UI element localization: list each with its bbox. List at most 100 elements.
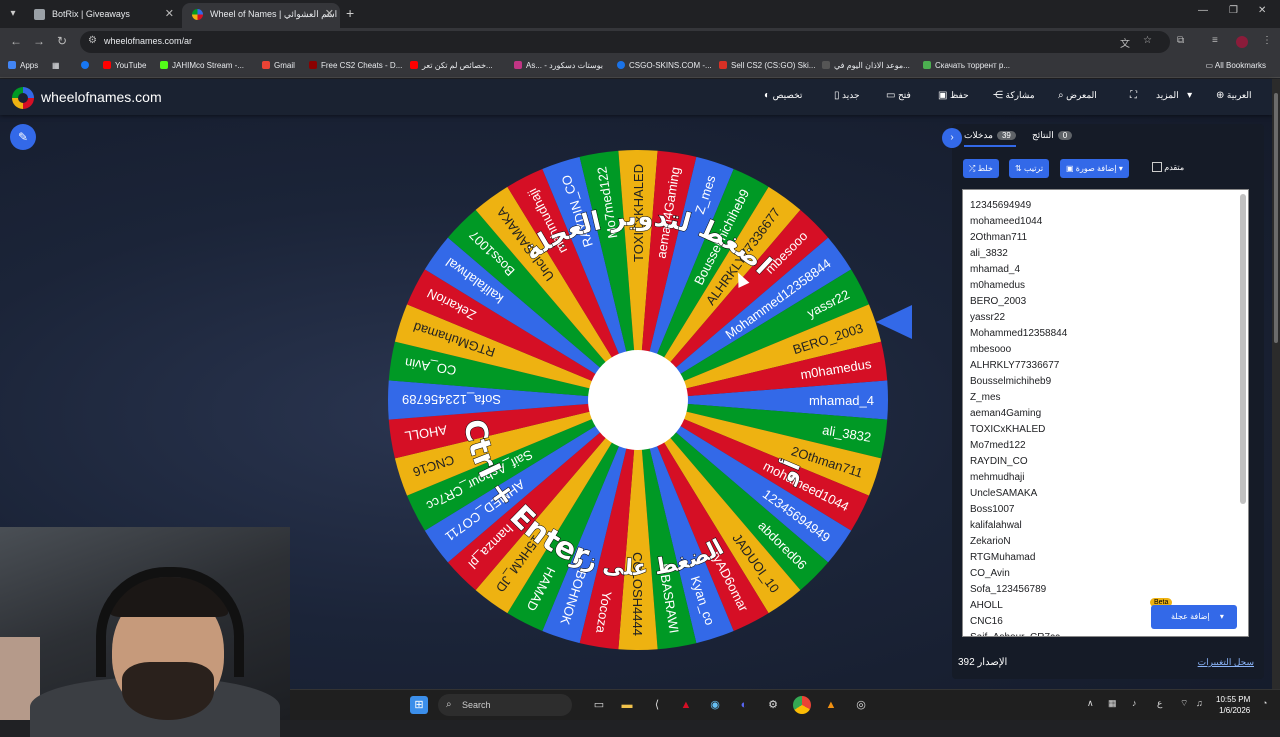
tab-results[interactable]: النتائج 0 [1032,130,1073,141]
entry-line[interactable]: mhamad_4 [963,262,1248,278]
tray-overflow-icon[interactable]: ∧ [1087,698,1094,709]
chevron-down-icon[interactable]: ▾ [1220,612,1224,621]
entry-line[interactable]: mbesooo [963,342,1248,358]
spin-wheel[interactable]: mhamad_4 ali_3832 2Othman711 mohameed1044 12… [386,148,890,652]
translate-icon[interactable]: 文 [1120,35,1130,50]
changelog-link[interactable]: سجل التغييرات [1198,657,1254,668]
steam-icon[interactable]: ◉ [706,696,724,714]
volume-icon[interactable]: ♫ [1196,698,1203,708]
restore-icon[interactable]: ❐ [1229,5,1238,16]
bookmark-discord-posts[interactable]: As... - بوستات دسكورد [514,61,603,70]
entry-line[interactable]: CO_Avin [963,566,1248,582]
minimize-icon[interactable]: — [1198,5,1208,16]
address-bar[interactable]: ⚙ wheelofnames.com/ar [80,31,1170,53]
media-icon[interactable]: ≡ [1212,35,1218,46]
bookmark-gmail[interactable]: Gmail [262,61,295,70]
new-tab-icon[interactable]: + [346,5,354,21]
add-wheel-button[interactable]: إضافة عجلة ▾ [1151,605,1237,629]
extensions-icon[interactable]: ⧉ [1177,35,1184,46]
entry-line[interactable]: Mohammed12358844 [963,326,1248,342]
bookmark-youtube[interactable]: YouTube [103,61,146,70]
site-title[interactable]: wheelofnames.com [41,89,162,105]
close-tab-icon[interactable]: ✕ [325,3,334,26]
app-icon-4[interactable]: ▲ [822,696,840,714]
wifi-icon[interactable]: ⌔ [1180,698,1188,709]
back-icon[interactable]: ← [10,34,22,48]
tab-search-icon[interactable]: ▾ [4,5,22,23]
bookmark-arabic-1[interactable]: خصائص لم تكن تعر... [410,61,493,70]
page-scrollbar[interactable] [1272,79,1280,689]
menu-fullscreen[interactable]: ⛶ [1124,90,1137,101]
window-close-icon[interactable]: ✕ [1258,5,1266,16]
browser-tab-botrix[interactable]: BotRix | Giveaways ✕ [24,3,180,28]
entry-line[interactable]: aeman4Gaming [963,406,1248,422]
scrollbar-thumb[interactable] [1274,93,1278,343]
bookmark-star-icon[interactable]: ☆ [1143,35,1152,46]
entry-line[interactable]: ali_3832 [963,246,1248,262]
forward-icon[interactable]: → [33,34,45,48]
entry-line[interactable]: yassr22 [963,310,1248,326]
entry-line[interactable]: 12345694949 [963,198,1248,214]
wheel-svg[interactable]: mhamad_4ali_38322Othman711mohameed104412… [386,148,890,652]
checkbox[interactable] [1152,162,1162,172]
reload-icon[interactable]: ↻ [57,34,67,48]
entry-line[interactable]: UncleSAMAKA [963,486,1248,502]
wheel-center-hub[interactable] [588,350,688,450]
entry-line[interactable]: RAYDIN_CO [963,454,1248,470]
collapse-panel-button[interactable]: › [942,128,962,148]
entry-line[interactable]: Sofa_123456789 [963,582,1248,598]
obs-icon[interactable]: ◎ [852,696,870,714]
bookmark-torrent[interactable]: Скачать торрент р... [923,61,1010,70]
entry-line[interactable]: m0hamedus [963,278,1248,294]
bookmark-facebook-icon[interactable] [81,61,93,70]
entry-line[interactable]: Bousselmichiheb9 [963,374,1248,390]
wheel-logo-icon[interactable] [12,87,34,109]
entry-line[interactable]: ALHRKLY77336677 [963,358,1248,374]
entry-line[interactable]: RTGMuhamad [963,550,1248,566]
entries-textarea[interactable]: 12345694949 mohameed1044 2Othman711 ali_383… [962,189,1249,637]
menu-save[interactable]: ▣ حفظ [932,90,969,101]
entry-line[interactable]: 2Othman711 [963,230,1248,246]
browser-tab-wheel[interactable]: Wheel of Names | اسم العشوائي ✕ [182,3,340,28]
entries-scrollbar[interactable] [1240,194,1246,504]
entry-line[interactable]: Boss1007 [963,502,1248,518]
windows-start-icon[interactable]: ⊞ [410,696,428,714]
app-icon-1[interactable]: ⟨ [648,696,666,714]
menu-language[interactable]: ⊕ العربية [1210,90,1252,101]
sort-button[interactable]: ⇅ ترتيب [1009,159,1050,178]
discord-icon[interactable]: ◐ [735,696,753,714]
entry-line[interactable]: Z_mes [963,390,1248,406]
bookmark-apps[interactable]: Apps [8,61,38,70]
notifications-icon[interactable]: ◔ [1262,698,1267,708]
menu-more[interactable]: المزيد ▾ [1156,90,1192,101]
tab-groups-icon[interactable]: ▦ [52,61,60,70]
entry-line[interactable]: TOXICxKHALED [963,422,1248,438]
bookmark-csgo-skins[interactable]: CSGO-SKINS.COM -... [617,61,712,70]
app-icon-2[interactable]: ▲ [677,696,695,714]
entry-line[interactable]: mohameed1044 [963,214,1248,230]
entry-line[interactable]: Mo7med122 [963,438,1248,454]
entry-line[interactable]: kalifalahwal [963,518,1248,534]
entry-line[interactable]: Saif_Ashour_CR7cc [963,630,1248,636]
microphone-icon[interactable]: ♪ [1132,698,1137,708]
menu-open[interactable]: ▭ فتح [880,90,911,101]
edit-wheel-button[interactable]: ✎ [10,124,36,150]
task-view-icon[interactable]: ▭ [590,696,608,714]
taskbar-search[interactable]: ⌕ Search [438,694,572,716]
input-language[interactable]: ع [1157,698,1162,709]
profile-avatar-icon[interactable] [1236,36,1248,48]
chrome-icon[interactable] [793,696,811,714]
file-explorer-icon[interactable]: ▬ [618,696,636,714]
shuffle-button[interactable]: ⤮ خلط [963,159,999,178]
all-bookmarks[interactable]: ▭ All Bookmarks [1206,61,1266,70]
tab-entries[interactable]: مدخلات 39 [964,130,1016,147]
advanced-checkbox[interactable]: متقدم [1148,162,1184,172]
entry-line[interactable]: ZekarioN [963,534,1248,550]
bookmark-cs2-cheats[interactable]: Free CS2 Cheats - D... [309,61,402,70]
site-info-icon[interactable]: ⚙ [88,35,97,46]
add-image-button[interactable]: ▣ إضافة صورة ▾ [1060,159,1129,178]
menu-new[interactable]: ▯ جديد [828,90,860,101]
bookmark-prayer[interactable]: موعد الاذان اليوم في... [822,61,910,70]
taskbar-clock[interactable]: 10:55 PM 1/6/2026 [1216,694,1250,716]
entry-line[interactable]: BERO_2003 [963,294,1248,310]
